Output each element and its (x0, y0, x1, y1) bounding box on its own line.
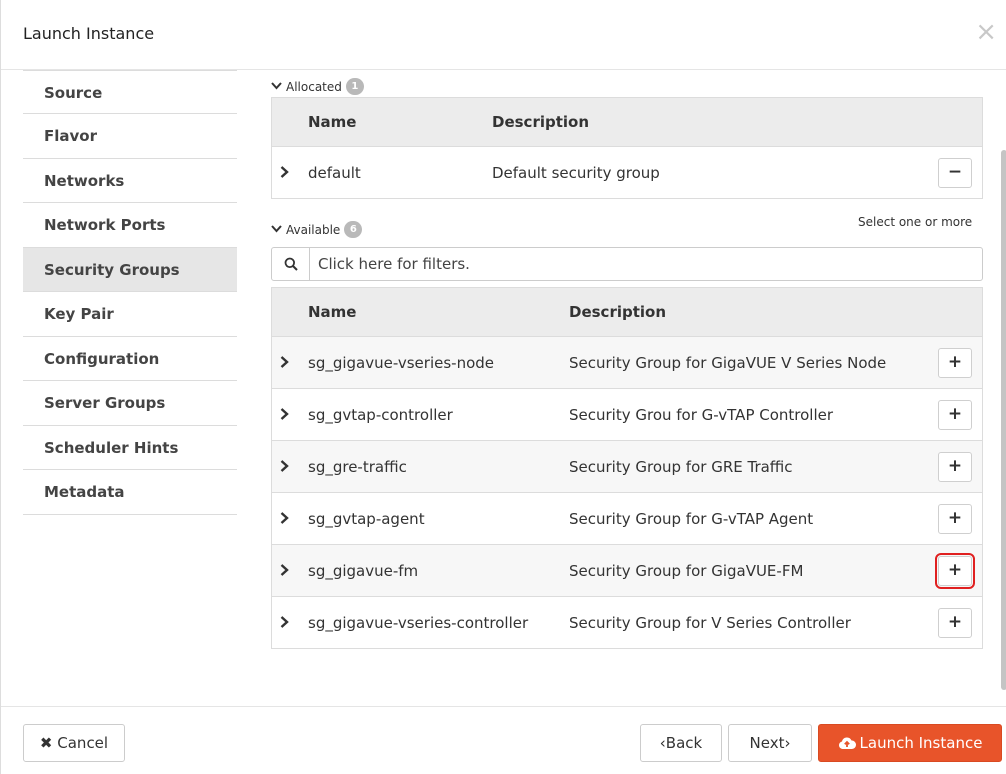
table-row: sg_gigavue-vseries-controller Security G… (272, 596, 982, 648)
filter-bar[interactable] (271, 247, 983, 281)
available-count-badge: 6 (344, 221, 363, 238)
next-button[interactable]: Next› (728, 724, 812, 762)
close-icon: ✖ (39, 734, 53, 752)
expand-caret-icon[interactable] (280, 612, 289, 633)
row-description: Security Group for GRE Traffic (569, 457, 793, 476)
allocated-table: Name Description default Default securit… (271, 97, 983, 199)
launch-instance-modal: Launch Instance × Source Flavor Networks… (0, 0, 1006, 774)
column-header-description: Description (569, 303, 667, 321)
row-name: default (308, 163, 361, 182)
expand-caret-icon[interactable] (280, 404, 289, 425)
chevron-down-icon (271, 223, 282, 236)
expand-caret-icon[interactable] (280, 162, 289, 183)
table-row: sg_gigavue-vseries-node Security Group f… (272, 336, 982, 388)
cloud-upload-icon (838, 727, 856, 763)
filter-input[interactable] (318, 253, 958, 275)
allocate-button[interactable]: + (938, 451, 972, 482)
back-button[interactable]: ‹Back (640, 724, 722, 762)
expand-caret-icon[interactable] (280, 352, 289, 373)
expand-caret-icon[interactable] (280, 560, 289, 581)
wizard-sidebar: Source Flavor Networks Network Ports Sec… (23, 70, 237, 515)
close-icon[interactable]: × (975, 18, 997, 46)
modal-header: Launch Instance × (1, 0, 1006, 70)
table-row: sg_gvtap-agent Security Group for G-vTAP… (272, 492, 982, 544)
row-name: sg_gigavue-vseries-controller (308, 613, 529, 632)
row-name: sg_gvtap-controller (308, 405, 453, 424)
allocate-button-highlighted[interactable]: + (935, 552, 975, 589)
row-name: sg_gvtap-agent (308, 509, 425, 528)
expand-caret-icon[interactable] (280, 456, 289, 477)
modal-title: Launch Instance (23, 24, 155, 43)
chevron-down-icon (271, 80, 282, 93)
allocate-button[interactable]: + (938, 347, 972, 378)
allocate-button[interactable]: + (938, 399, 972, 430)
content-scrollbar[interactable] (1001, 150, 1006, 690)
row-name: sg_gigavue-fm (308, 561, 419, 580)
select-hint: Select one or more (858, 215, 973, 229)
table-row: sg_gvtap-controller Security Grou for G-… (272, 388, 982, 440)
sidebar-item-flavor[interactable]: Flavor (23, 114, 237, 159)
table-row: default Default security group − (272, 146, 982, 198)
cancel-button[interactable]: ✖ Cancel (23, 724, 125, 762)
chevron-right-icon: › (784, 734, 791, 752)
column-header-name: Name (308, 113, 357, 131)
allocated-section-toggle[interactable]: Allocated 1 (271, 78, 364, 95)
allocate-button[interactable]: + (938, 607, 972, 638)
modal-footer: ✖ Cancel ‹Back Next› Launch Instance (1, 706, 1006, 774)
search-icon (272, 248, 310, 280)
available-section-toggle[interactable]: Available 6 (271, 221, 363, 238)
row-name: sg_gigavue-vseries-node (308, 353, 495, 372)
sidebar-item-network-ports[interactable]: Network Ports (23, 203, 237, 248)
expand-caret-icon[interactable] (280, 508, 289, 529)
row-description: Default security group (492, 163, 660, 182)
row-name: sg_gre-traffic (308, 457, 407, 476)
available-label: Available (286, 222, 341, 237)
row-description: Security Grou for G-vTAP Controller (569, 405, 834, 424)
column-header-description: Description (492, 113, 590, 131)
table-row: sg_gre-traffic Security Group for GRE Tr… (272, 440, 982, 492)
allocate-button[interactable]: + (938, 503, 972, 534)
launch-label: Launch Instance (859, 734, 983, 752)
cancel-label: Cancel (57, 734, 109, 752)
sidebar-item-key-pair[interactable]: Key Pair (23, 292, 237, 337)
sidebar-item-networks[interactable]: Networks (23, 159, 237, 203)
row-description: Security Group for GigaVUE-FM (569, 561, 804, 580)
table-row: sg_gigavue-fm Security Group for GigaVUE… (272, 544, 982, 596)
launch-instance-button[interactable]: Launch Instance (818, 724, 1002, 762)
allocated-label: Allocated (286, 79, 342, 94)
row-description: Security Group for V Series Controller (569, 613, 851, 632)
row-description: Security Group for GigaVUE V Series Node (569, 353, 887, 372)
column-header-name: Name (308, 303, 357, 321)
sidebar-item-security-groups[interactable]: Security Groups (23, 247, 237, 292)
sidebar-item-source[interactable]: Source (23, 70, 237, 114)
next-label: Next (749, 734, 785, 752)
available-table: Name Description sg_gigavue-vseries-node… (271, 287, 983, 649)
back-label: Back (665, 734, 703, 752)
sidebar-item-configuration[interactable]: Configuration (23, 337, 237, 381)
sidebar-item-metadata[interactable]: Metadata (23, 470, 237, 515)
allocated-count-badge: 1 (345, 78, 364, 95)
deallocate-button[interactable]: − (938, 157, 972, 188)
sidebar-item-scheduler-hints[interactable]: Scheduler Hints (23, 426, 237, 470)
table-header: Name Description (272, 98, 982, 146)
table-header: Name Description (272, 288, 982, 336)
sidebar-item-server-groups[interactable]: Server Groups (23, 381, 237, 426)
row-description: Security Group for G-vTAP Agent (569, 509, 814, 528)
